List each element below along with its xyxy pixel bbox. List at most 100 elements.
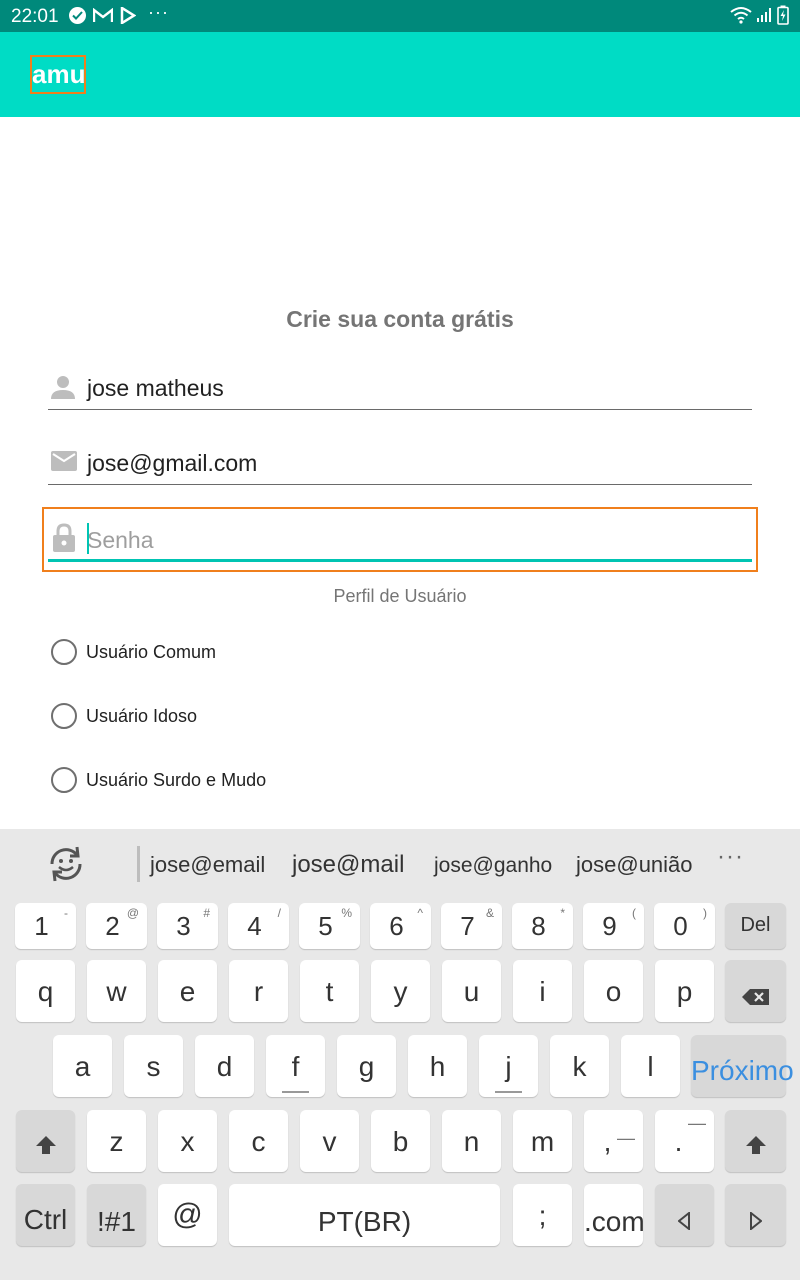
key-f[interactable]: f: [266, 1035, 325, 1097]
key-a[interactable]: a: [53, 1035, 112, 1097]
battery-charging-icon: [777, 5, 789, 30]
email-field[interactable]: jose@gmail.com: [48, 441, 752, 485]
more-notifications: ···: [148, 2, 169, 22]
key-label: c: [251, 1126, 266, 1157]
symbols-key[interactable]: !#1: [87, 1184, 146, 1246]
suggestion-item[interactable]: jose@ganho: [434, 854, 552, 878]
cursor-right-key[interactable]: [725, 1184, 786, 1246]
refresh-emoji-icon[interactable]: [44, 843, 88, 890]
key-5[interactable]: 5%: [299, 903, 360, 949]
radio-button[interactable]: [51, 703, 77, 729]
key-n[interactable]: n: [442, 1110, 501, 1172]
status-bar: 22:01 ···: [0, 0, 800, 32]
key-label: g: [358, 1051, 375, 1082]
key-sup: *: [560, 906, 565, 920]
backspace-icon: [741, 982, 771, 1013]
key-9[interactable]: 9(: [583, 903, 644, 949]
key-label: o: [605, 976, 622, 1007]
check-circle-icon: [69, 7, 86, 24]
key-b[interactable]: b: [371, 1110, 430, 1172]
play-store-icon: [120, 5, 137, 29]
key-label: q: [37, 976, 54, 1007]
semicolon-key[interactable]: ;: [513, 1184, 572, 1246]
key-label: l: [647, 1051, 654, 1082]
shift-key-right[interactable]: [725, 1110, 786, 1172]
key-y[interactable]: y: [371, 960, 430, 1022]
key-7[interactable]: 7 &: [441, 903, 502, 949]
radio-label: Usuário Comum: [86, 642, 217, 662]
backspace-key[interactable]: [725, 960, 786, 1022]
space-key[interactable]: PT(BR): [229, 1184, 500, 1246]
key-sup: /: [277, 906, 281, 920]
key-e[interactable]: e: [158, 960, 217, 1022]
key-8[interactable]: 8 *: [512, 903, 573, 949]
suggestion-item[interactable]: jose@mail: [292, 851, 404, 879]
key-k[interactable]: k: [550, 1035, 609, 1097]
name-field[interactable]: jose matheus: [48, 366, 752, 410]
key-s[interactable]: s: [124, 1035, 183, 1097]
key-c[interactable]: c: [229, 1110, 288, 1172]
key-p[interactable]: p: [655, 960, 714, 1022]
radio-usuario-surdo-mudo[interactable]: Usuário Surdo e Mudo: [51, 767, 351, 795]
more-suggestions-button[interactable]: ···: [717, 843, 744, 871]
key-r[interactable]: r: [229, 960, 288, 1022]
key-comma[interactable]: , —: [584, 1110, 643, 1172]
key-m[interactable]: m: [513, 1110, 572, 1172]
soft-keyboard: jose@email jose@mail jose@ganho jose@uni…: [0, 829, 800, 1280]
key-t[interactable]: t: [300, 960, 359, 1022]
key-4[interactable]: 4/: [228, 903, 289, 949]
radio-usuario-comum[interactable]: Usuário Comum: [51, 639, 351, 667]
key-label: x: [180, 1126, 195, 1157]
at-key[interactable]: @: [158, 1184, 217, 1246]
key-label: i: [539, 976, 546, 1007]
next-key[interactable]: Próximo: [691, 1035, 794, 1097]
key-label: !#1: [97, 1206, 136, 1237]
key-j[interactable]: j: [479, 1035, 538, 1097]
key-label: t: [325, 976, 334, 1007]
person-icon: [50, 374, 76, 405]
key-1[interactable]: 1-: [15, 903, 76, 949]
key-sup: —: [617, 1128, 635, 1148]
email-value: jose@gmail.com: [87, 450, 258, 476]
radio-button[interactable]: [51, 767, 77, 793]
key-label: a: [74, 1051, 91, 1082]
password-field[interactable]: Senha: [48, 516, 752, 562]
home-key-marker: [495, 1091, 522, 1093]
key-3[interactable]: 3 #: [157, 903, 218, 949]
key-v[interactable]: v: [300, 1110, 359, 1172]
key-sup: &: [485, 906, 494, 920]
key-z[interactable]: z: [87, 1110, 146, 1172]
key-label: h: [429, 1051, 446, 1082]
key-6[interactable]: 6 ^: [370, 903, 431, 949]
key-u[interactable]: u: [442, 960, 501, 1022]
key-2[interactable]: 2 @: [86, 903, 147, 949]
key-q[interactable]: q: [16, 960, 75, 1022]
shift-key-left[interactable]: [16, 1110, 75, 1172]
key-label: k: [572, 1051, 587, 1082]
key-x[interactable]: x: [158, 1110, 217, 1172]
key-label: Ctrl: [23, 1204, 68, 1235]
cursor-left-key[interactable]: [655, 1184, 714, 1246]
signal-icon: [756, 7, 772, 28]
key-h[interactable]: h: [408, 1035, 467, 1097]
key-label: s: [146, 1051, 161, 1082]
ctrl-key[interactable]: Ctrl: [16, 1184, 75, 1246]
suggestion-item[interactable]: jose@email: [150, 852, 265, 878]
key-w[interactable]: w: [87, 960, 146, 1022]
key-g[interactable]: g: [337, 1035, 396, 1097]
radio-usuario-idoso[interactable]: Usuário Idoso: [51, 703, 351, 731]
del-key[interactable]: Del: [725, 903, 786, 949]
key-i[interactable]: i: [513, 960, 572, 1022]
dotcom-key[interactable]: .com: [584, 1184, 645, 1246]
key-label: n: [463, 1126, 480, 1157]
key-o[interactable]: o: [584, 960, 643, 1022]
key-d[interactable]: d: [195, 1035, 254, 1097]
key-l[interactable]: l: [621, 1035, 680, 1097]
key-sup: (: [632, 906, 636, 920]
key-0[interactable]: 0): [654, 903, 715, 949]
key-label: Próximo: [691, 1055, 794, 1086]
radio-button[interactable]: [51, 639, 77, 665]
form-heading: Crie sua conta grátis: [286, 306, 514, 332]
key-period[interactable]: . —: [655, 1110, 714, 1172]
suggestion-item[interactable]: jose@união: [576, 852, 693, 878]
